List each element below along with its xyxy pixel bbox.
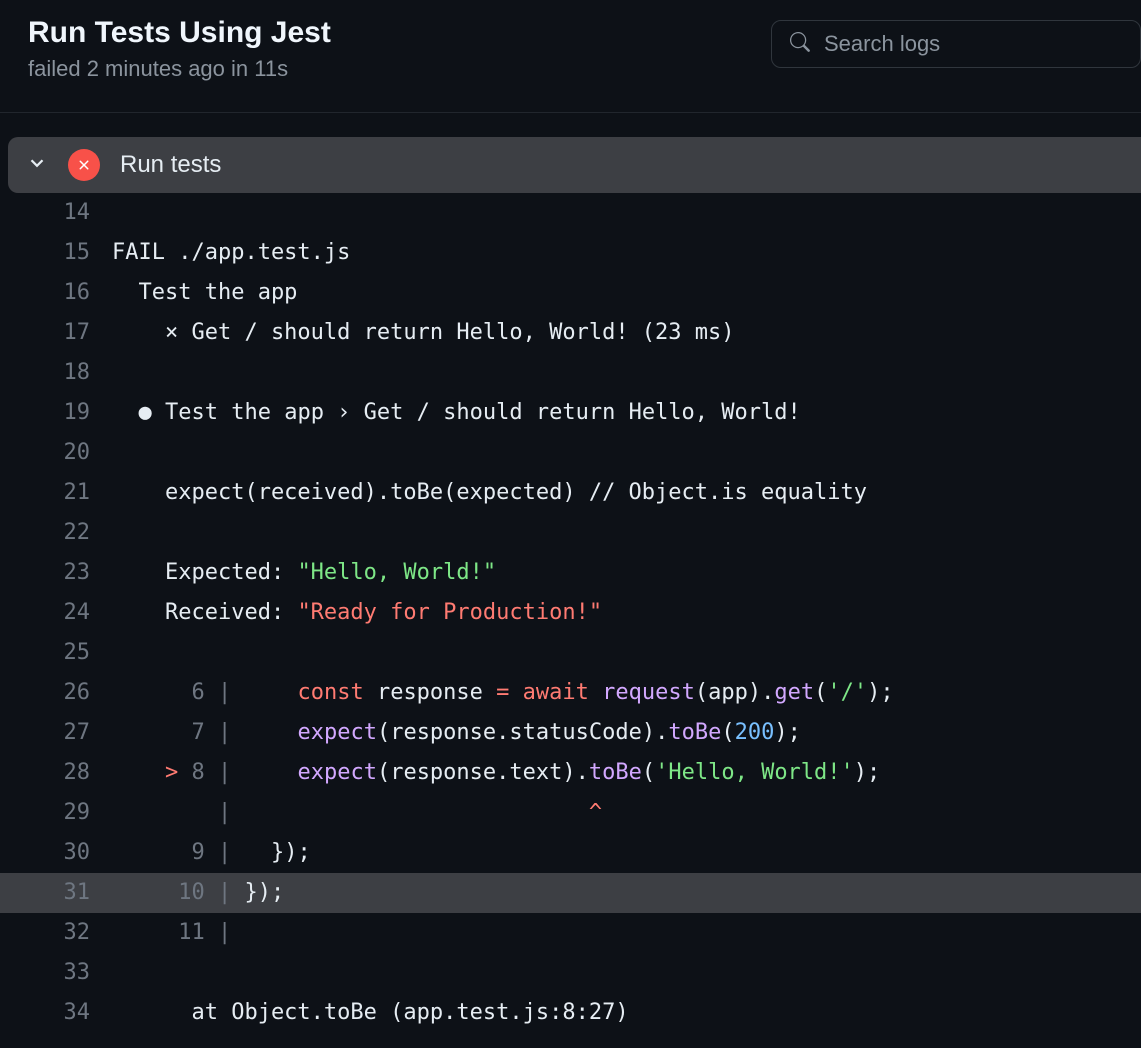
line-number: 30 [0, 833, 112, 873]
log-line[interactable]: 21 expect(received).toBe(expected) // Ob… [0, 473, 1141, 513]
log-line[interactable]: 29 | ^ [0, 793, 1141, 833]
line-number: 16 [0, 273, 112, 313]
log-line[interactable]: 25 [0, 633, 1141, 673]
line-content [112, 953, 1141, 993]
line-content [112, 633, 1141, 673]
line-content: Received: "Ready for Production!" [112, 593, 1141, 633]
line-content [112, 353, 1141, 393]
line-content [112, 433, 1141, 473]
line-number: 29 [0, 793, 112, 833]
log-line[interactable]: 22 [0, 513, 1141, 553]
line-content: FAIL ./app.test.js [112, 233, 1141, 273]
divider [0, 112, 1141, 113]
line-number: 22 [0, 513, 112, 553]
log-line[interactable]: 26 6 | const response = await request(ap… [0, 673, 1141, 713]
section-title: Run tests [120, 151, 221, 179]
log-line[interactable]: 14 [0, 193, 1141, 233]
line-content: 10 | }); [112, 873, 1141, 913]
line-content: 11 | [112, 913, 1141, 953]
line-number: 34 [0, 993, 112, 1033]
log-line[interactable]: 19 ● Test the app › Get / should return … [0, 393, 1141, 433]
log-line[interactable]: 17 × Get / should return Hello, World! (… [0, 313, 1141, 353]
line-content [112, 193, 1141, 233]
log-line[interactable]: 31 10 | }); [0, 873, 1141, 913]
line-number: 14 [0, 193, 112, 233]
log-line[interactable]: 16 Test the app [0, 273, 1141, 313]
line-number: 19 [0, 393, 112, 433]
log-output[interactable]: 1415FAIL ./app.test.js16 Test the app17 … [0, 193, 1141, 1033]
line-content: 6 | const response = await request(app).… [112, 673, 1141, 713]
line-number: 28 [0, 753, 112, 793]
search-icon [790, 32, 810, 57]
log-line[interactable]: 24 Received: "Ready for Production!" [0, 593, 1141, 633]
log-line[interactable]: 15FAIL ./app.test.js [0, 233, 1141, 273]
line-number: 24 [0, 593, 112, 633]
log-section-header[interactable]: Run tests [8, 137, 1141, 193]
title-block: Run Tests Using Jest failed 2 minutes ag… [28, 16, 331, 82]
line-number: 17 [0, 313, 112, 353]
log-line[interactable]: 23 Expected: "Hello, World!" [0, 553, 1141, 593]
line-content: | ^ [112, 793, 1141, 833]
line-content: Test the app [112, 273, 1141, 313]
line-content: 9 | }); [112, 833, 1141, 873]
header: Run Tests Using Jest failed 2 minutes ag… [0, 0, 1141, 112]
line-number: 18 [0, 353, 112, 393]
log-line[interactable]: 18 [0, 353, 1141, 393]
line-number: 33 [0, 953, 112, 993]
log-line[interactable]: 28 > 8 | expect(response.text).toBe('Hel… [0, 753, 1141, 793]
page-title: Run Tests Using Jest [28, 16, 331, 50]
line-number: 23 [0, 553, 112, 593]
log-line[interactable]: 32 11 | [0, 913, 1141, 953]
line-content: ● Test the app › Get / should return Hel… [112, 393, 1141, 433]
search-input[interactable] [824, 31, 1122, 57]
line-content: 7 | expect(response.statusCode).toBe(200… [112, 713, 1141, 753]
status-text: failed 2 minutes ago in 11s [28, 56, 331, 82]
log-line[interactable]: 27 7 | expect(response.statusCode).toBe(… [0, 713, 1141, 753]
log-line[interactable]: 30 9 | }); [0, 833, 1141, 873]
line-content: at Object.toBe (app.test.js:8:27) [112, 993, 1141, 1033]
fail-status-icon [68, 149, 100, 181]
line-content: expect(received).toBe(expected) // Objec… [112, 473, 1141, 513]
log-line[interactable]: 34 at Object.toBe (app.test.js:8:27) [0, 993, 1141, 1033]
log-line[interactable]: 33 [0, 953, 1141, 993]
line-number: 31 [0, 873, 112, 913]
line-number: 25 [0, 633, 112, 673]
line-content [112, 513, 1141, 553]
chevron-down-icon [26, 152, 48, 179]
line-number: 26 [0, 673, 112, 713]
line-content: × Get / should return Hello, World! (23 … [112, 313, 1141, 353]
line-content: Expected: "Hello, World!" [112, 553, 1141, 593]
line-number: 32 [0, 913, 112, 953]
line-number: 15 [0, 233, 112, 273]
line-number: 21 [0, 473, 112, 513]
line-number: 20 [0, 433, 112, 473]
search-box[interactable] [771, 20, 1141, 68]
line-number: 27 [0, 713, 112, 753]
line-content: > 8 | expect(response.text).toBe('Hello,… [112, 753, 1141, 793]
log-line[interactable]: 20 [0, 433, 1141, 473]
